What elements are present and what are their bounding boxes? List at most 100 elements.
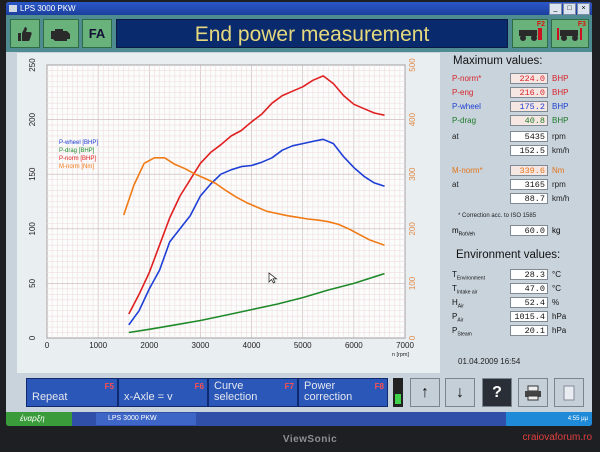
- env-row-0-label: TEnvironment: [452, 270, 485, 282]
- max-row-2-unit: BHP: [552, 102, 569, 111]
- legend-entry: M-norm [Nm]: [59, 164, 94, 170]
- env-row-4-unit: hPa: [552, 326, 567, 335]
- print-button[interactable]: [518, 378, 548, 407]
- max-row-5-value: 152.5: [510, 145, 548, 156]
- y-tick-label: 100: [28, 222, 37, 236]
- x-tick-label: 4000: [243, 341, 261, 350]
- legend-entry: P-norm [BHP]: [59, 156, 97, 162]
- screen: LPS 3000 PKW _ □ × FA End power measurem…: [6, 2, 592, 426]
- x-axle-button[interactable]: F6 x-Axle = v: [118, 378, 208, 407]
- env-row-4: PSteam 20.1 hPa: [452, 325, 588, 338]
- max-row-6-value: 339.6: [510, 165, 548, 176]
- taskbar-item-lps[interactable]: LPS 3000 PKW: [96, 413, 196, 425]
- max-row-3-label: P-drag: [452, 116, 477, 125]
- max-row-8-value: 88.7: [510, 193, 548, 204]
- car-f3-button[interactable]: F3: [551, 19, 589, 48]
- max-row-3: P-drag 40.8 BHP: [452, 115, 588, 127]
- measurement-datetime: 01.04.2009 16:54: [458, 357, 521, 366]
- values-panel: Maximum values: P-norm* 224.0 BHP P-eng 216.…: [444, 53, 590, 373]
- max-row-6-label: M-norm*: [452, 166, 483, 175]
- env-row-3-label: PAir: [452, 312, 464, 324]
- status-indicator: [393, 378, 403, 407]
- minimize-button[interactable]: _: [549, 3, 562, 15]
- mass-row: mRotVeh 60.0 kg: [452, 225, 561, 238]
- y-tick-label: 50: [28, 278, 37, 287]
- max-row-5: 152.5 km/h: [452, 145, 588, 157]
- max-row-4-unit: rpm: [552, 132, 566, 141]
- y-tick-label: 0: [28, 335, 37, 340]
- function-bar: F5 Repeat F6 x-Axle = v F7 Curve selecti…: [6, 375, 592, 409]
- thumbs-up-button[interactable]: [10, 19, 40, 48]
- arrow-up-icon: ↑: [421, 383, 429, 401]
- engine-button[interactable]: [43, 19, 79, 48]
- max-row-1-label: P-eng: [452, 88, 474, 97]
- fa-button[interactable]: FA: [82, 19, 112, 48]
- y-tick-label: 200: [28, 112, 37, 126]
- y2-tick-label: 100: [408, 276, 417, 290]
- env-values-title: Environment values:: [456, 249, 561, 261]
- watermark: craiovaforum.ro: [522, 432, 592, 443]
- env-row-1-value: 47.0: [510, 283, 548, 294]
- env-row-2-value: 52.4: [510, 297, 548, 308]
- window-title: LPS 3000 PKW: [20, 4, 76, 13]
- taskbar: έναρξη LPS 3000 PKW EN 4:55 μμ: [6, 412, 592, 426]
- max-row-6: M-norm* 339.6 Nm: [452, 165, 588, 177]
- y-tick-label: 250: [28, 58, 37, 72]
- page-title: End power measurement: [116, 19, 508, 48]
- window-titlebar: LPS 3000 PKW _ □ ×: [6, 2, 592, 15]
- power-chart-svg: 0 1000 2000 3000 4000 5000 6000 7000n [rpm]0501…: [28, 58, 417, 358]
- env-row-0-value: 28.3: [510, 269, 548, 280]
- max-row-1-value: 216.0: [510, 87, 548, 98]
- help-icon: ?: [492, 383, 502, 401]
- power-correction-button[interactable]: F8 Power correction: [298, 378, 388, 407]
- y2-tick-label: 400: [408, 112, 417, 126]
- max-row-5-unit: km/h: [552, 146, 570, 155]
- max-row-4: at 5435 rpm: [452, 131, 588, 143]
- y2-tick-label: 500: [408, 58, 417, 72]
- max-row-8-unit: km/h: [552, 194, 570, 203]
- env-row-3-unit: hPa: [552, 312, 567, 321]
- thumbs-up-icon: [18, 26, 32, 41]
- env-row-4-label: PSteam: [452, 326, 472, 338]
- x-tick-label: 3000: [192, 341, 210, 350]
- max-row-7-label: at: [452, 180, 459, 189]
- max-row-3-unit: BHP: [552, 116, 569, 125]
- f2-key-label: F2: [536, 21, 545, 28]
- maximize-button[interactable]: □: [563, 3, 576, 15]
- max-row-7-value: 3165: [510, 179, 548, 190]
- max-row-0-label: P-norm*: [452, 74, 482, 83]
- env-row-1: TIntake air 47.0 °C: [452, 283, 588, 296]
- exit-button[interactable]: [554, 378, 584, 407]
- max-row-2-label: P-wheel: [452, 102, 481, 111]
- scroll-up-button[interactable]: ↑: [410, 378, 440, 407]
- env-row-1-label: TIntake air: [452, 284, 478, 296]
- env-row-4-value: 20.1: [510, 325, 548, 336]
- x-tick-label: 0: [45, 341, 50, 350]
- x-tick-label: 5000: [294, 341, 312, 350]
- max-values-title: Maximum values:: [453, 55, 543, 67]
- max-row-1-unit: BHP: [552, 88, 569, 97]
- car-f2-button[interactable]: F2: [512, 19, 548, 48]
- x-tick-label: 1000: [89, 341, 107, 350]
- scroll-down-button[interactable]: ↓: [445, 378, 475, 407]
- repeat-button[interactable]: F5 Repeat: [26, 378, 118, 407]
- max-row-0-value: 224.0: [510, 73, 548, 84]
- y2-tick-label: 200: [408, 222, 417, 236]
- y-tick-label: 150: [28, 167, 37, 181]
- env-row-2-label: HAir: [452, 298, 464, 310]
- clock: 4:55 μμ: [567, 416, 588, 422]
- app-icon: [9, 5, 17, 12]
- start-button[interactable]: έναρξη: [6, 412, 72, 426]
- max-row-1: P-eng 216.0 BHP: [452, 87, 588, 99]
- y2-tick-label: 0: [408, 335, 417, 340]
- curve-selection-button[interactable]: F7 Curve selection: [208, 378, 298, 407]
- env-row-1-unit: °C: [552, 284, 561, 293]
- env-row-0-unit: °C: [552, 270, 561, 279]
- close-button[interactable]: ×: [577, 3, 590, 15]
- power-chart[interactable]: 0 1000 2000 3000 4000 5000 6000 7000 n [rpm] 0 50 1…: [17, 53, 440, 373]
- correction-note: * Correction acc. to ISO 1585: [458, 213, 537, 219]
- env-row-3: PAir 1015.4 hPa: [452, 311, 588, 324]
- max-row-7: at 3165 rpm: [452, 179, 588, 191]
- x-tick-label: 2000: [140, 341, 158, 350]
- help-button[interactable]: ?: [482, 378, 512, 407]
